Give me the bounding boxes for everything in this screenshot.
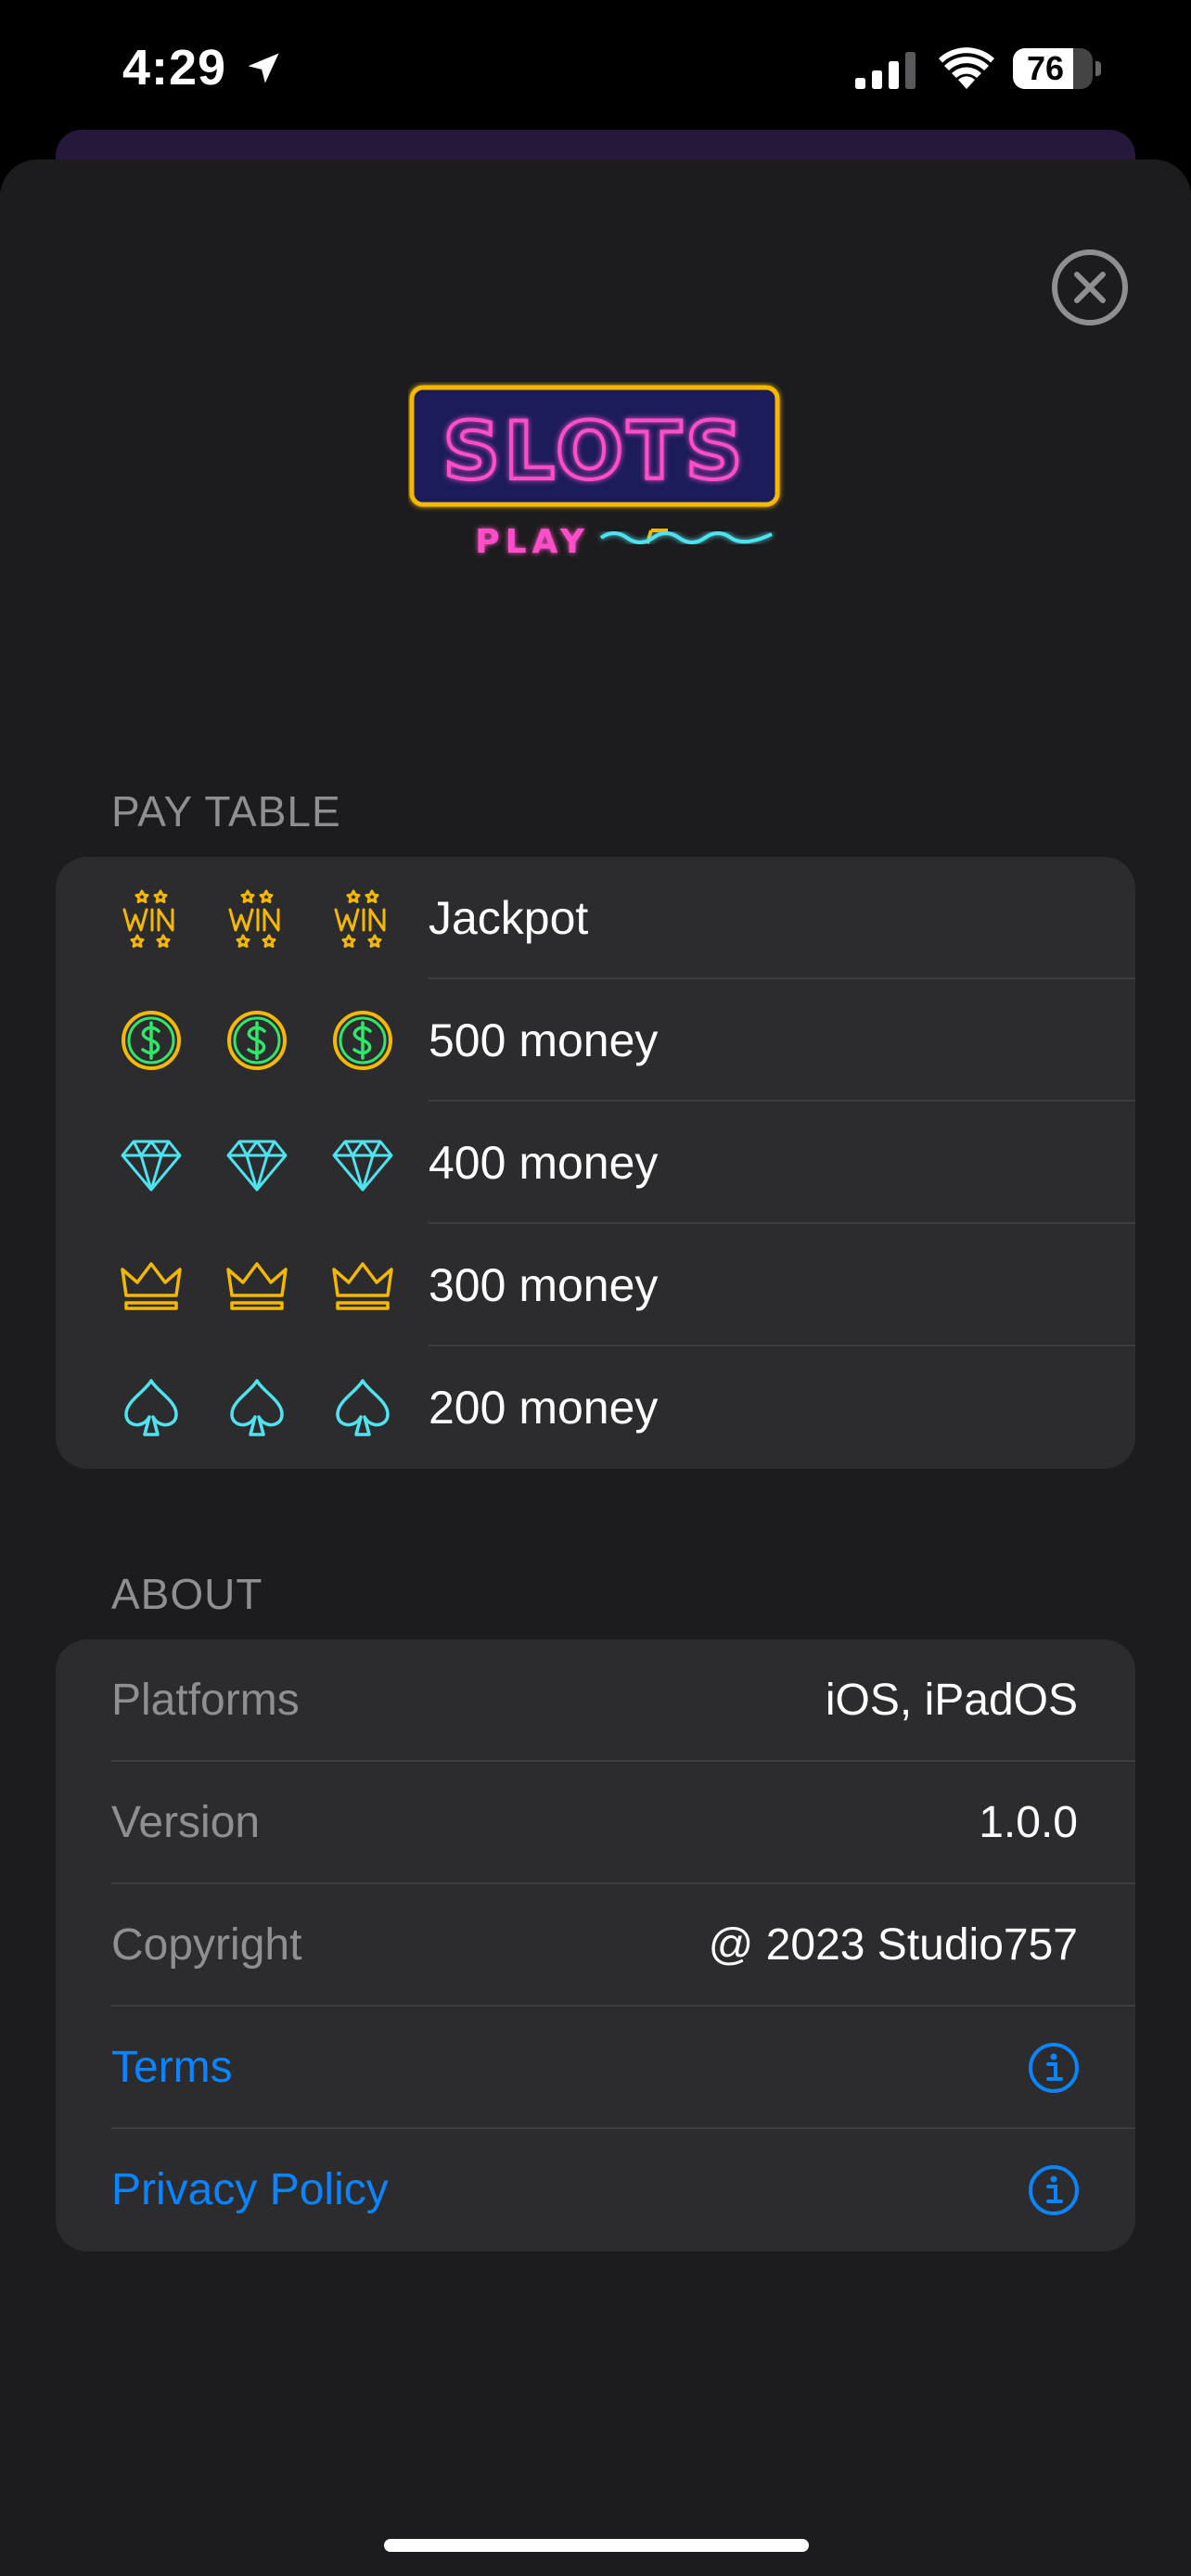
crown-icon [121, 1262, 182, 1310]
about-row-copyright: Copyright @ 2023 Studio757 [56, 1884, 1135, 2007]
symbol-group [121, 887, 417, 949]
dollar-coin-icon [333, 1011, 392, 1070]
symbol-group [121, 1010, 417, 1071]
about-key: Version [111, 1798, 261, 1847]
dollar-coin-icon [122, 1011, 181, 1070]
spade-icon [230, 1379, 284, 1436]
win-icon [122, 889, 174, 948]
logo-subtitle: PLAY [475, 523, 590, 561]
payout-label: 500 money [429, 1014, 659, 1066]
spade-icon [336, 1379, 390, 1436]
about-key: Platforms [111, 1676, 300, 1725]
battery-icon: 76 [1013, 48, 1101, 89]
diamond-icon [332, 1140, 393, 1192]
pay-table-row: 400 money [56, 1102, 1135, 1224]
pay-table-row: 500 money [56, 979, 1135, 1102]
payout-label: Jackpot [429, 892, 589, 944]
pay-table-header: PAY TABLE [111, 787, 341, 835]
payout-label: 300 money [429, 1259, 659, 1311]
battery-level: 76 [1026, 49, 1065, 87]
status-bar: 4:29 76 [0, 0, 1191, 139]
close-button[interactable] [1051, 249, 1129, 326]
terms-label: Terms [111, 2043, 233, 2092]
crown-icon [332, 1262, 393, 1310]
wifi-icon [939, 47, 994, 89]
location-arrow-icon [248, 53, 279, 83]
cellular-signal-icon [855, 52, 916, 89]
pay-table-row: 200 money [56, 1346, 1135, 1469]
win-icon [334, 889, 386, 948]
payout-label: 400 money [429, 1137, 659, 1189]
symbol-group [121, 1377, 417, 1438]
about-card: Platforms iOS, iPadOS Version 1.0.0 Copy… [56, 1639, 1135, 2251]
info-icon[interactable] [1028, 2042, 1080, 2094]
logo-title: SLOTS [442, 405, 746, 498]
pay-table-row: 300 money [56, 1224, 1135, 1346]
home-indicator[interactable] [384, 2539, 809, 2552]
symbol-group [121, 1132, 417, 1193]
crown-icon [226, 1262, 288, 1310]
battery-cap [1095, 61, 1101, 76]
win-icon [228, 889, 280, 948]
slots-play-logo: SLOTS PLAY [409, 385, 780, 561]
diamond-icon [226, 1140, 288, 1192]
symbol-group [121, 1255, 417, 1316]
about-value: 1.0.0 [979, 1798, 1078, 1847]
about-header: ABOUT [111, 1570, 263, 1618]
about-key: Copyright [111, 1920, 302, 1970]
about-row-version: Version 1.0.0 [56, 1762, 1135, 1884]
info-icon[interactable] [1028, 2164, 1080, 2216]
battery-body: 76 [1013, 48, 1093, 89]
app-screen: 4:29 76 SLOTS PLAY PAY TABLE Jackpot 500… [0, 0, 1191, 2576]
spade-icon [124, 1379, 178, 1436]
terms-link[interactable]: Terms [56, 2007, 1135, 2129]
status-time: 4:29 [122, 40, 227, 96]
pay-table-card: Jackpot 500 money 400 money 300 money 20… [56, 857, 1135, 1469]
privacy-policy-link[interactable]: Privacy Policy [56, 2129, 1135, 2251]
pay-table-row: Jackpot [56, 857, 1135, 979]
payout-label: 200 money [429, 1382, 659, 1434]
about-row-platforms: Platforms iOS, iPadOS [56, 1639, 1135, 1762]
privacy-policy-label: Privacy Policy [111, 2165, 389, 2214]
about-value: iOS, iPadOS [825, 1676, 1078, 1725]
dollar-coin-icon [227, 1011, 287, 1070]
diamond-icon [121, 1140, 182, 1192]
about-value: @ 2023 Studio757 [708, 1920, 1078, 1970]
